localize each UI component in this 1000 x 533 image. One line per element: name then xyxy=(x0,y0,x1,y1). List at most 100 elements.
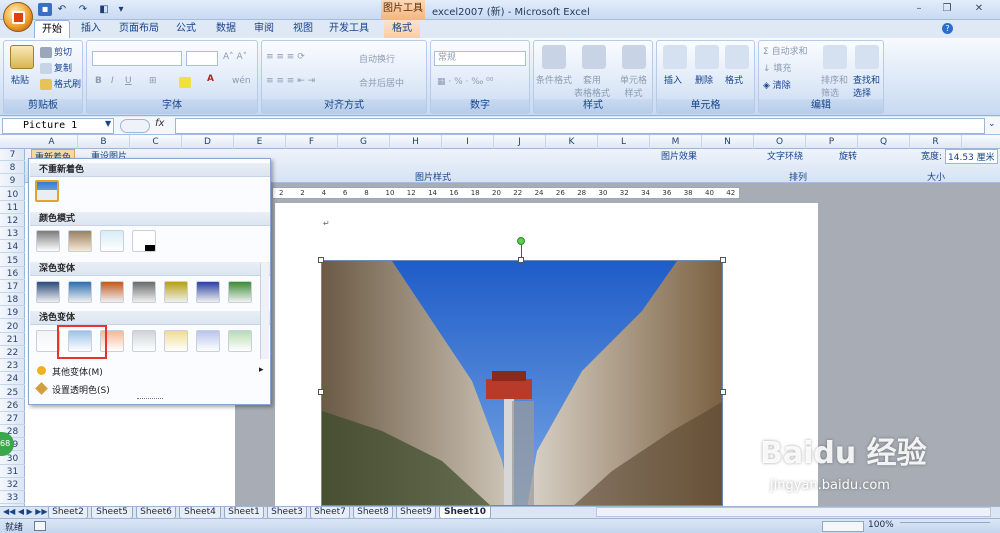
width-field[interactable]: 14.53 厘米 xyxy=(945,149,998,164)
format-painter-button[interactable]: 格式刷 xyxy=(40,77,81,90)
swatch-sepia[interactable] xyxy=(68,230,92,252)
menu-resize-grip[interactable] xyxy=(137,398,163,402)
qat-extra-icon[interactable]: ◧ xyxy=(97,3,111,16)
light-swatch-6[interactable] xyxy=(196,330,220,352)
formula-bar-expand-icon[interactable]: ⌄ xyxy=(988,119,996,129)
align-left-icon[interactable]: ≡ ≡ ≡ ⇤ ⇥ xyxy=(266,76,315,86)
row-header-26[interactable]: 26 xyxy=(0,400,25,412)
formula-expand-icon[interactable] xyxy=(120,119,150,133)
column-header-a[interactable]: A xyxy=(26,135,78,149)
resize-handle-ml[interactable] xyxy=(318,389,324,395)
cut-button[interactable]: 剪切 xyxy=(40,45,72,58)
light-swatch-4[interactable] xyxy=(132,330,156,352)
namebox-dropdown-icon[interactable]: ▼ xyxy=(105,119,111,128)
undo-icon[interactable]: ↶ xyxy=(55,3,69,16)
column-header-q[interactable]: Q xyxy=(858,135,910,149)
column-header-j[interactable]: J xyxy=(494,135,546,149)
tab-view[interactable]: 视图 xyxy=(288,20,318,38)
rotate-button[interactable]: 旋转 xyxy=(839,149,857,162)
row-header-14[interactable]: 14 xyxy=(0,241,25,254)
dark-swatch-5[interactable] xyxy=(164,281,188,303)
set-transparent-item[interactable]: 设置透明色(S) xyxy=(35,382,110,396)
autosum-button[interactable]: Σ 自动求和 xyxy=(763,44,808,57)
save-icon[interactable]: ▪ xyxy=(38,3,52,16)
row-header-27[interactable]: 27 xyxy=(0,413,25,425)
number-format-box[interactable]: 常规 xyxy=(434,51,526,66)
wrap-text-button[interactable]: 自动换行 xyxy=(359,52,395,65)
currency-icon[interactable]: ▦ · % · ‰ ⁰⁰ xyxy=(437,77,493,87)
column-header-l[interactable]: L xyxy=(598,135,650,149)
column-header-r[interactable]: R xyxy=(910,135,962,149)
macro-record-icon[interactable] xyxy=(34,521,46,531)
font-color-icon[interactable]: A xyxy=(207,74,214,84)
tab-review[interactable]: 审阅 xyxy=(249,20,279,38)
gallery-scrollbar[interactable] xyxy=(260,263,269,359)
font-name-box[interactable] xyxy=(92,51,182,66)
tab-page-layout[interactable]: 页面布局 xyxy=(113,20,165,38)
tab-developer[interactable]: 开发工具 xyxy=(327,20,371,38)
redo-icon[interactable]: ↷ xyxy=(76,3,90,16)
row-header-18[interactable]: 18 xyxy=(0,294,25,307)
light-swatch-5[interactable] xyxy=(164,330,188,352)
tab-home[interactable]: 开始 xyxy=(34,20,70,38)
dark-swatch-6[interactable] xyxy=(196,281,220,303)
name-box[interactable]: Picture 1 xyxy=(2,118,114,134)
row-header-24[interactable]: 24 xyxy=(0,373,25,386)
italic-icon[interactable]: I xyxy=(111,76,114,86)
tab-formulas[interactable]: 公式 xyxy=(171,20,201,38)
row-header-22[interactable]: 22 xyxy=(0,347,25,359)
qat-customize-icon[interactable]: ▾ xyxy=(114,3,128,16)
tab-data[interactable]: 数据 xyxy=(211,20,241,38)
row-header-11[interactable]: 11 xyxy=(0,202,25,214)
phonetic-icon[interactable]: wén xyxy=(232,76,251,86)
row-header-20[interactable]: 20 xyxy=(0,321,25,333)
office-button[interactable] xyxy=(3,2,33,32)
sheet-nav-icon[interactable]: ◀◀ ◀ ▶ ▶▶ xyxy=(3,507,48,516)
column-header-n[interactable]: N xyxy=(702,135,754,149)
dark-swatch-7[interactable] xyxy=(228,281,252,303)
merge-center-button[interactable]: 合并后居中 xyxy=(359,76,404,89)
row-header-33[interactable]: 33 xyxy=(0,492,25,505)
format-button[interactable]: 格式 xyxy=(725,73,743,86)
row-header-12[interactable]: 12 xyxy=(0,215,25,227)
dark-swatch-1[interactable] xyxy=(36,281,60,303)
zoom-slider[interactable] xyxy=(900,522,990,530)
column-header-i[interactable]: I xyxy=(442,135,494,149)
column-header-b[interactable]: B xyxy=(78,135,130,149)
row-header-32[interactable]: 32 xyxy=(0,479,25,491)
column-header-h[interactable]: H xyxy=(390,135,442,149)
row-header-17[interactable]: 17 xyxy=(0,281,25,293)
font-size-box[interactable] xyxy=(186,51,218,66)
formula-input[interactable] xyxy=(175,118,985,134)
column-header-e[interactable]: E xyxy=(234,135,286,149)
close-icon[interactable]: ✕ xyxy=(972,3,986,16)
column-header-m[interactable]: M xyxy=(650,135,702,149)
resize-handle-mr[interactable] xyxy=(720,389,726,395)
delete-button[interactable]: 删除 xyxy=(695,73,713,86)
column-header-c[interactable]: C xyxy=(130,135,182,149)
table-format-button[interactable]: 套用 表格格式 xyxy=(574,73,610,99)
row-header-16[interactable]: 16 xyxy=(0,268,25,280)
resize-handle-tr[interactable] xyxy=(720,257,726,263)
help-icon[interactable]: ? xyxy=(942,23,953,34)
row-header-10[interactable]: 10 xyxy=(0,189,25,201)
fx-label[interactable]: fx xyxy=(155,118,164,129)
row-header-7[interactable]: 7 xyxy=(0,149,25,161)
swatch-black-white[interactable] xyxy=(132,230,156,252)
row-header-21[interactable]: 21 xyxy=(0,334,25,346)
column-header-f[interactable]: F xyxy=(286,135,338,149)
row-header-23[interactable]: 23 xyxy=(0,360,25,373)
border-icon[interactable]: ⊞ xyxy=(149,76,157,86)
swatch-no-recolor[interactable] xyxy=(35,180,59,202)
dark-swatch-4[interactable] xyxy=(132,281,156,303)
text-wrap-button[interactable]: 文字环绕 xyxy=(767,149,803,162)
insert-button[interactable]: 插入 xyxy=(664,73,682,86)
row-header-19[interactable]: 19 xyxy=(0,307,25,320)
view-buttons-icon[interactable] xyxy=(822,521,864,532)
rotate-handle[interactable] xyxy=(517,237,525,245)
row-header-25[interactable]: 25 xyxy=(0,387,25,399)
swatch-grayscale[interactable] xyxy=(36,230,60,252)
column-header-k[interactable]: K xyxy=(546,135,598,149)
dark-swatch-3[interactable] xyxy=(100,281,124,303)
light-swatch-7[interactable] xyxy=(228,330,252,352)
